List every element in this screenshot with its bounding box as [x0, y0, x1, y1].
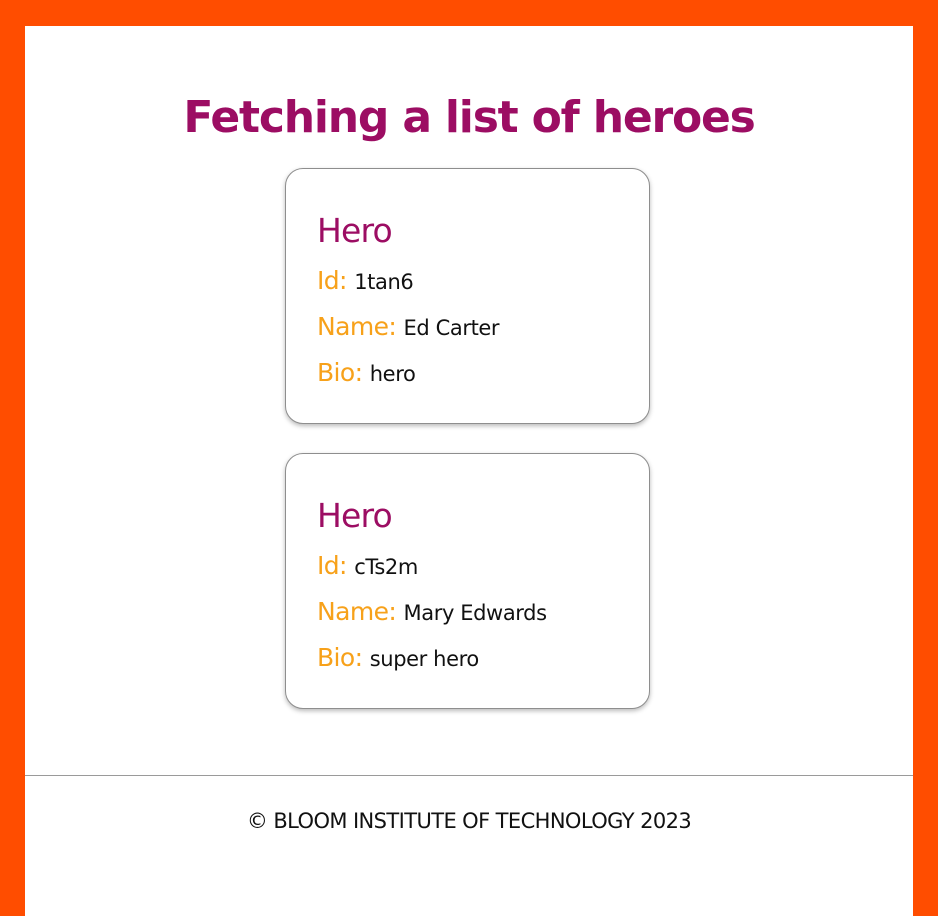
- page-frame: Fetching a list of heroes Hero Id: 1tan6…: [25, 26, 913, 916]
- hero-name-value: Ed Carter: [403, 316, 500, 340]
- hero-bio-row: Bio: hero: [317, 355, 416, 391]
- hero-id-label: Id:: [317, 266, 355, 295]
- hero-name-row: Name: Ed Carter: [317, 309, 500, 345]
- hero-card: Hero Id: 1tan6 Name: Ed Carter Bio: hero: [285, 168, 650, 424]
- hero-card-title: Hero: [317, 211, 393, 250]
- hero-bio-label: Bio:: [317, 358, 370, 387]
- footer-copyright: © BLOOM INSTITUTE OF TECHNOLOGY 2023: [246, 809, 692, 833]
- hero-bio-value: super hero: [369, 647, 479, 671]
- hero-card-title: Hero: [317, 496, 393, 535]
- hero-bio-row: Bio: super hero: [317, 640, 479, 676]
- hero-bio-label: Bio:: [317, 643, 370, 672]
- footer-divider: [25, 775, 913, 776]
- hero-id-value: 1tan6: [354, 270, 414, 294]
- hero-card: Hero Id: cTs2m Name: Mary Edwards Bio: s…: [285, 453, 650, 709]
- page-title: Fetching a list of heroes: [183, 92, 756, 143]
- hero-name-label: Name:: [317, 597, 404, 626]
- hero-bio-value: hero: [369, 362, 416, 386]
- hero-id-value: cTs2m: [354, 555, 418, 579]
- hero-id-row: Id: 1tan6: [317, 263, 414, 299]
- hero-name-value: Mary Edwards: [403, 601, 548, 625]
- hero-id-label: Id:: [317, 551, 355, 580]
- hero-name-label: Name:: [317, 312, 404, 341]
- hero-id-row: Id: cTs2m: [317, 548, 418, 584]
- hero-name-row: Name: Mary Edwards: [317, 594, 547, 630]
